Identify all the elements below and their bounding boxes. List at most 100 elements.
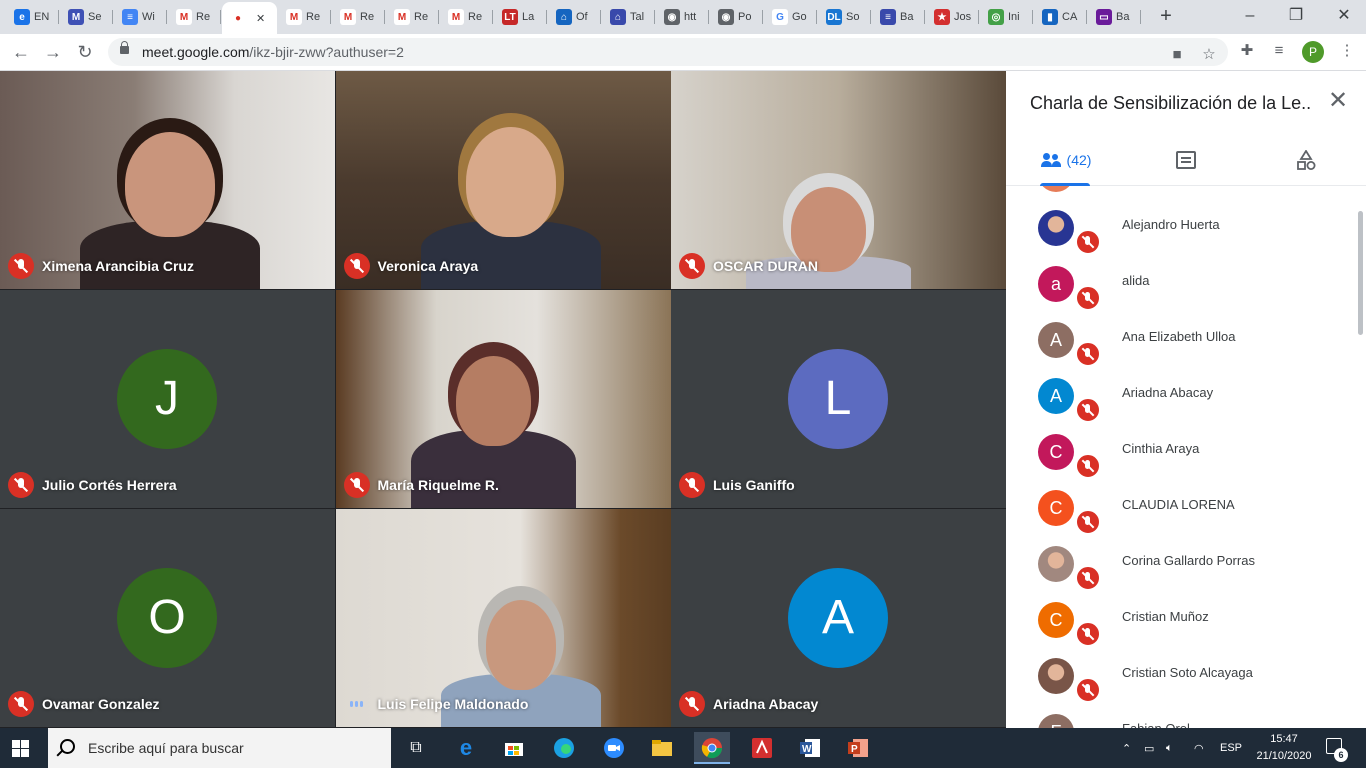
participant-tile[interactable]: Luis Felipe Maldonado bbox=[335, 509, 671, 727]
word-icon[interactable]: W bbox=[792, 732, 828, 764]
tab-label: Jos bbox=[954, 11, 972, 23]
browser-tab[interactable]: M Re bbox=[168, 4, 221, 30]
participant-row[interactable]: A Ariadna Abacay bbox=[1006, 366, 1366, 423]
browser-tab[interactable]: ≡ Wi bbox=[114, 4, 167, 30]
browser-tab[interactable]: ▭ Ba bbox=[1088, 4, 1141, 30]
edge-legacy-icon[interactable]: e bbox=[448, 732, 484, 764]
browser-tab[interactable]: ● ✕ bbox=[222, 2, 277, 34]
browser-tab[interactable]: M Re bbox=[386, 4, 439, 30]
tab-favicon-icon: ● bbox=[230, 10, 246, 26]
show-hidden-icons[interactable]: ⌃ bbox=[1122, 728, 1131, 768]
browser-tab[interactable]: ★ Jos bbox=[926, 4, 979, 30]
browser-tab[interactable]: M Re bbox=[278, 4, 331, 30]
browser-tab[interactable]: e EN bbox=[6, 4, 59, 30]
powerpoint-icon[interactable]: P bbox=[840, 732, 876, 764]
edge-icon[interactable] bbox=[546, 732, 582, 764]
participant-avatar: J bbox=[117, 349, 217, 449]
browser-tab[interactable]: DL So bbox=[818, 4, 871, 30]
browser-tab[interactable]: G Go bbox=[764, 4, 817, 30]
tab-activities[interactable] bbox=[1276, 135, 1336, 185]
battery-icon[interactable]: ▭ bbox=[1144, 728, 1154, 768]
participant-row[interactable]: Cristian Soto Alcayaga bbox=[1006, 646, 1366, 703]
browser-tab[interactable]: ◉ htt bbox=[656, 4, 709, 30]
star-icon[interactable]: ☆ bbox=[1198, 44, 1220, 66]
new-tab-button[interactable]: + bbox=[1156, 6, 1176, 26]
participant-nameplate: Veronica Araya bbox=[343, 253, 478, 279]
browser-tab[interactable]: M Se bbox=[60, 4, 113, 30]
participant-tile[interactable]: A Ariadna Abacay bbox=[671, 509, 1006, 727]
browser-tab[interactable]: M Re bbox=[332, 4, 385, 30]
browser-tab[interactable]: M Re bbox=[440, 4, 493, 30]
browser-tab[interactable]: ⌂ Tal bbox=[602, 4, 655, 30]
reload-button[interactable]: ↻ bbox=[74, 41, 96, 63]
browser-tab[interactable]: ◉ Po bbox=[710, 4, 763, 30]
tab-people[interactable]: (42) bbox=[1028, 135, 1104, 185]
participant-tile[interactable]: L Luis Ganiffo bbox=[671, 290, 1006, 508]
windows-start-icon[interactable] bbox=[12, 740, 29, 757]
participant-tile[interactable]: Veronica Araya bbox=[335, 71, 671, 289]
browser-tab[interactable]: ⌂ Of bbox=[548, 4, 601, 30]
wifi-icon[interactable]: ◠ bbox=[1194, 728, 1204, 768]
file-explorer-icon[interactable] bbox=[644, 732, 680, 764]
video-person bbox=[455, 356, 531, 446]
participant-row[interactable]: Alejandro Huerta bbox=[1006, 198, 1366, 255]
close-panel-icon[interactable]: ✕ bbox=[1326, 89, 1350, 113]
zoom-icon[interactable] bbox=[596, 732, 632, 764]
participant-row[interactable]: C Cinthia Araya bbox=[1006, 422, 1366, 479]
participant-row[interactable]: F Fabian Orel... bbox=[1006, 702, 1366, 728]
speaking-indicator-icon bbox=[344, 691, 370, 717]
tab-favicon-icon: LT bbox=[502, 9, 518, 25]
store-icon[interactable] bbox=[496, 732, 532, 764]
participant-name: Ariadna Abacay bbox=[1122, 385, 1214, 400]
participant-tile[interactable]: Ximena Arancibia Cruz bbox=[0, 71, 335, 289]
tab-chat[interactable] bbox=[1156, 135, 1216, 185]
forward-button[interactable]: → bbox=[42, 41, 64, 63]
participant-nameplate: María Riquelme R. bbox=[343, 472, 499, 498]
profile-avatar[interactable]: P bbox=[1302, 41, 1324, 63]
task-view-icon[interactable]: ⧉ bbox=[398, 732, 434, 764]
participant-tile[interactable]: OSCAR DURAN bbox=[671, 71, 1006, 289]
participant-row[interactable]: C CLAUDIA LORENA bbox=[1006, 478, 1366, 535]
taskbar-clock[interactable]: 15:47 21/10/2020 bbox=[1256, 731, 1312, 765]
menu-icon[interactable]: ⋮ bbox=[1336, 40, 1358, 62]
mic-off-icon bbox=[1075, 565, 1101, 591]
browser-tab[interactable]: ≡ Ba bbox=[872, 4, 925, 30]
participant-row[interactable]: C Cristian Muñoz bbox=[1006, 590, 1366, 647]
lock-icon bbox=[120, 41, 129, 54]
camera-icon[interactable]: ■ bbox=[1166, 44, 1188, 66]
participant-tile[interactable]: María Riquelme R. bbox=[335, 290, 671, 508]
minimize-button[interactable]: – bbox=[1240, 6, 1260, 26]
back-button[interactable]: ← bbox=[10, 41, 32, 63]
participant-row[interactable]: A Ana Elizabeth Ulloa bbox=[1006, 310, 1366, 367]
participant-avatar: O bbox=[117, 568, 217, 668]
tab-label: Re bbox=[306, 11, 321, 23]
participant-row[interactable]: a alida bbox=[1006, 254, 1366, 311]
restore-button[interactable]: ❐ bbox=[1286, 6, 1306, 26]
tab-favicon-icon: ◎ bbox=[988, 9, 1004, 25]
tab-label: Ini bbox=[1008, 11, 1020, 23]
browser-tab[interactable]: LT La bbox=[494, 4, 547, 30]
mic-off-icon bbox=[1075, 285, 1101, 311]
volume-icon[interactable]: 🔈︎ bbox=[1166, 728, 1173, 768]
address-bar[interactable]: meet.google.com/ikz-bjir-zww?authuser=2 … bbox=[108, 38, 1228, 66]
language-indicator[interactable]: ESP bbox=[1220, 728, 1242, 768]
tab-close-icon[interactable]: ✕ bbox=[256, 12, 265, 25]
participant-avatar bbox=[1038, 546, 1074, 582]
participant-name: Cinthia Araya bbox=[1122, 441, 1200, 456]
taskbar-search[interactable]: Escribe aquí para buscar bbox=[48, 728, 391, 768]
participant-nameplate: OSCAR DURAN bbox=[679, 253, 818, 279]
participant-name: Ana Elizabeth Ulloa bbox=[1122, 329, 1236, 344]
chrome-icon[interactable] bbox=[694, 732, 730, 764]
browser-tab[interactable]: ▮ CA bbox=[1034, 4, 1087, 30]
participant-row[interactable]: Corina Gallardo Porras bbox=[1006, 534, 1366, 591]
participant-row-partial bbox=[1038, 186, 1074, 192]
tab-favicon-icon: ⌂ bbox=[556, 9, 572, 25]
participant-tile[interactable]: J Julio Cortés Herrera bbox=[0, 290, 335, 508]
extensions-icon[interactable]: ✚ bbox=[1236, 40, 1258, 62]
acrobat-icon[interactable] bbox=[744, 732, 780, 764]
close-window-button[interactable]: ✕ bbox=[1334, 6, 1354, 26]
browser-tab[interactable]: ◎ Ini bbox=[980, 4, 1033, 30]
panel-scrollbar[interactable] bbox=[1358, 211, 1363, 335]
participant-tile[interactable]: O Ovamar Gonzalez bbox=[0, 509, 335, 727]
media-control-icon[interactable]: ≡ bbox=[1268, 40, 1290, 62]
